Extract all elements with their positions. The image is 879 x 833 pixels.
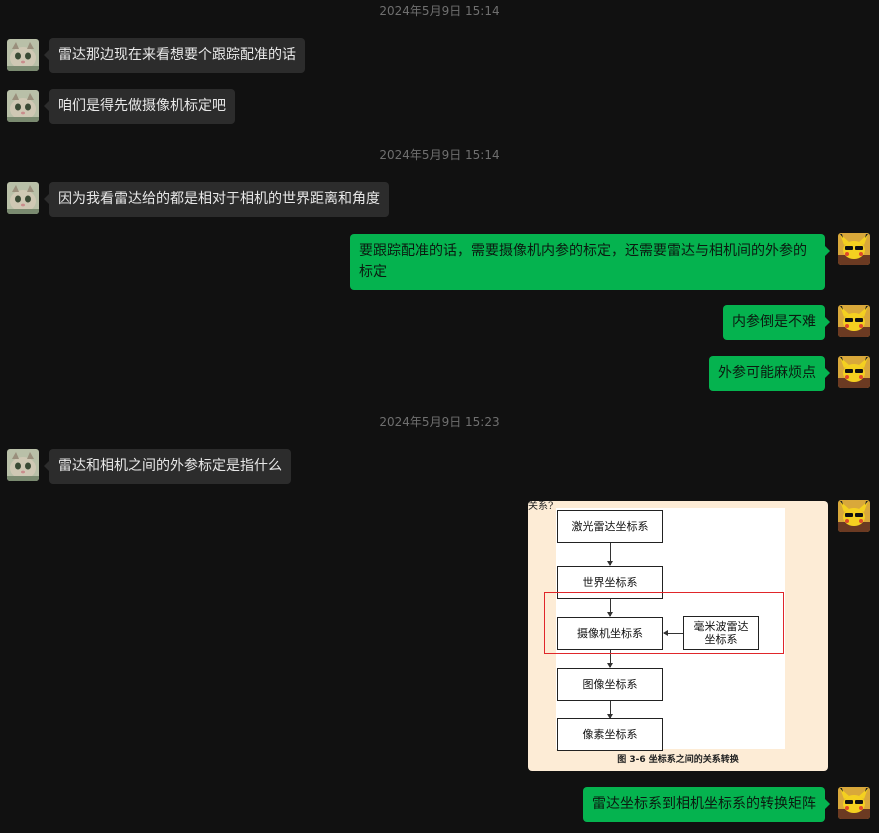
avatar-pikachu[interactable] bbox=[838, 305, 870, 337]
avatar-pikachu[interactable] bbox=[838, 356, 870, 388]
avatar-pikachu[interactable] bbox=[838, 787, 870, 819]
image-coord-box: 图像坐标系 bbox=[557, 668, 663, 701]
message-bubble[interactable]: 内参倒是不难 bbox=[723, 305, 830, 340]
message-bubble[interactable]: 雷达和相机之间的外参标定是指什么 bbox=[44, 449, 291, 484]
red-highlight-frame bbox=[544, 592, 784, 654]
arrow bbox=[607, 701, 613, 719]
image-message[interactable]: 关系? 激光雷达坐标系 世界坐标系 摄像机坐标系 毫米波雷达坐标系 图像坐标系 … bbox=[528, 501, 828, 771]
arrow bbox=[607, 543, 613, 566]
lidar-coord-box: 激光雷达坐标系 bbox=[557, 510, 663, 543]
message-bubble[interactable]: 雷达坐标系到相机坐标系的转换矩阵 bbox=[583, 787, 830, 822]
message-bubble[interactable]: 咱们是得先做摄像机标定吧 bbox=[44, 89, 235, 124]
timestamp: 2024年5月9日 15:14 bbox=[379, 4, 500, 18]
avatar-cat[interactable] bbox=[7, 39, 39, 71]
pixel-coord-box: 像素坐标系 bbox=[557, 718, 663, 751]
avatar-pikachu[interactable] bbox=[838, 233, 870, 265]
avatar-cat[interactable] bbox=[7, 449, 39, 481]
figure-caption: 图 3-6 坐标系之间的关系转换 bbox=[617, 755, 739, 765]
avatar-cat[interactable] bbox=[7, 182, 39, 214]
message-bubble[interactable]: 雷达那边现在来看想要个跟踪配准的话 bbox=[44, 38, 305, 73]
message-bubble[interactable]: 外参可能麻烦点 bbox=[709, 356, 830, 391]
avatar-cat[interactable] bbox=[7, 90, 39, 122]
message-bubble[interactable]: 因为我看雷达给的都是相对于相机的世界距离和角度 bbox=[44, 182, 389, 217]
message-bubble[interactable]: 要跟踪配准的话，需要摄像机内参的标定，还需要雷达与相机间的外参的标定 bbox=[350, 234, 830, 290]
avatar-pikachu[interactable] bbox=[838, 500, 870, 532]
cropped-text: 关系? bbox=[528, 501, 554, 512]
timestamp: 2024年5月9日 15:14 bbox=[379, 148, 500, 162]
timestamp: 2024年5月9日 15:23 bbox=[379, 415, 500, 429]
chat-window: 2024年5月9日 15:14 雷达那边现在来看想要个跟踪配准的话 咱们是得先做… bbox=[0, 0, 879, 833]
